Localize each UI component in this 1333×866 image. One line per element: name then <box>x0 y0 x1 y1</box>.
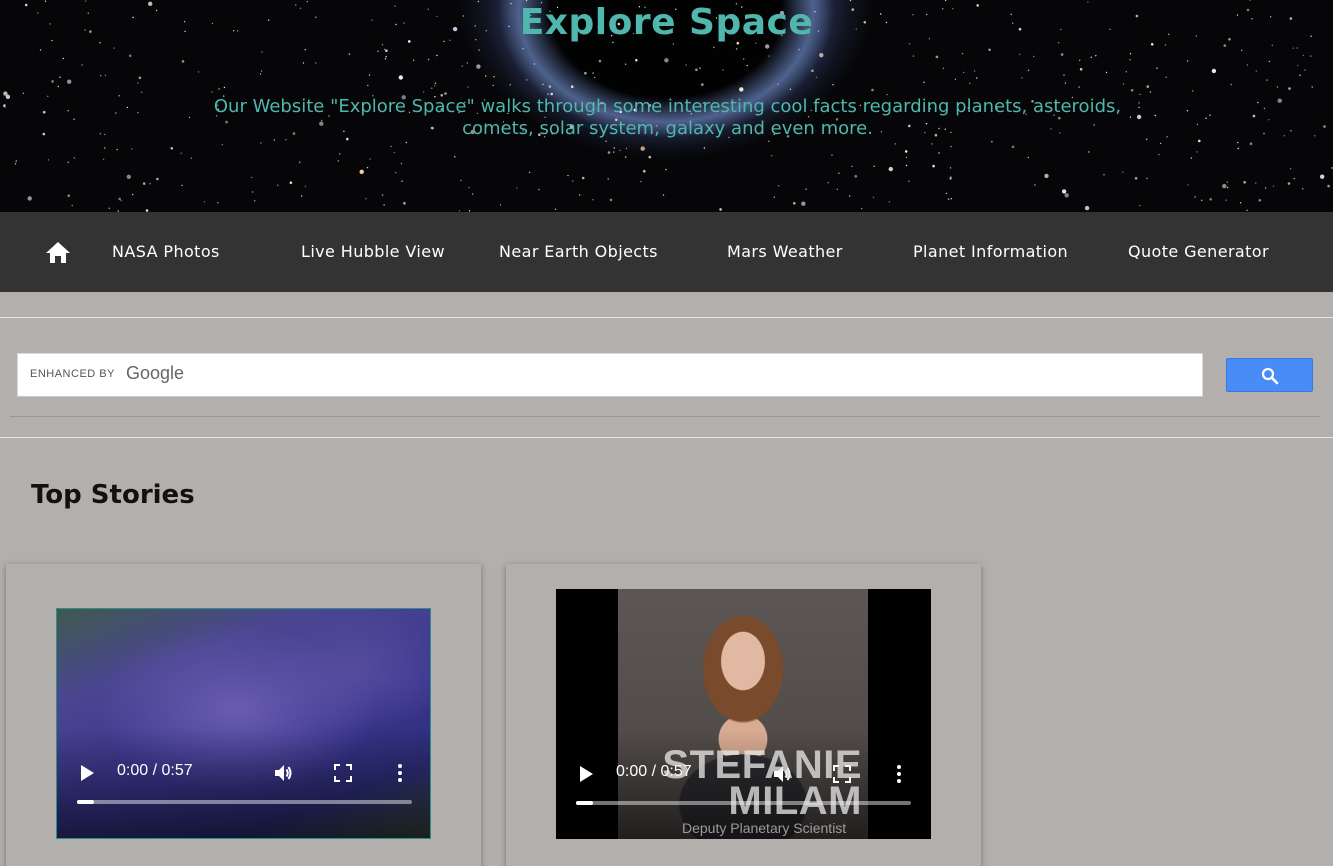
nav-quote-generator[interactable]: Quote Generator <box>1128 242 1269 261</box>
volume-icon[interactable] <box>273 763 293 787</box>
enhanced-by-label: ENHANCED BY <box>30 368 115 380</box>
search-button[interactable] <box>1226 358 1313 392</box>
speaker-title-overlay: Deputy Planetary Scientist <box>682 820 847 836</box>
site-title: Explore Space <box>519 2 814 43</box>
search-input[interactable]: ENHANCED BY Google <box>17 353 1203 397</box>
divider-bottom <box>0 437 1333 438</box>
video-controls: 0:00 / 0:57 <box>57 728 430 838</box>
more-options-icon[interactable] <box>397 763 403 787</box>
video-progress-fill <box>77 800 94 804</box>
nav-mars-weather[interactable]: Mars Weather <box>727 242 843 261</box>
video-progress-bar[interactable] <box>77 800 412 804</box>
story-card-2: 0:00 / 0:57 STEFANIE MILAM Deputy Planet… <box>506 564 981 866</box>
more-options-icon[interactable] <box>896 764 902 788</box>
video-player-2[interactable]: 0:00 / 0:57 STEFANIE MILAM Deputy Planet… <box>556 589 931 839</box>
nav-live-hubble-view[interactable]: Live Hubble View <box>301 242 445 261</box>
section-title-top-stories: Top Stories <box>31 480 195 510</box>
nav-nasa-photos[interactable]: NASA Photos <box>112 242 220 261</box>
video-time: 0:00 / 0:57 <box>117 762 193 779</box>
video-player-1[interactable]: 0:00 / 0:57 <box>56 608 431 839</box>
nav-planet-information[interactable]: Planet Information <box>913 242 1068 261</box>
divider-top <box>0 317 1333 318</box>
fullscreen-icon[interactable] <box>334 764 352 786</box>
nav-near-earth-objects[interactable]: Near Earth Objects <box>499 242 658 261</box>
search-section: ENHANCED BY Google <box>10 345 1320 417</box>
hero-banner: Explore Space Our Website "Explore Space… <box>0 0 1333 212</box>
story-card-1: 0:00 / 0:57 <box>6 564 481 866</box>
play-icon[interactable] <box>578 765 594 787</box>
speaker-name-overlay: STEFANIE MILAM <box>662 743 862 823</box>
main-nav: NASA Photos Live Hubble View Near Earth … <box>0 212 1333 292</box>
google-logo: Google <box>126 363 185 383</box>
site-description: Our Website "Explore Space" walks throug… <box>213 96 1122 139</box>
video-progress-fill <box>576 801 593 805</box>
home-icon[interactable] <box>44 240 72 264</box>
search-icon <box>1261 367 1279 385</box>
play-icon[interactable] <box>79 764 95 786</box>
